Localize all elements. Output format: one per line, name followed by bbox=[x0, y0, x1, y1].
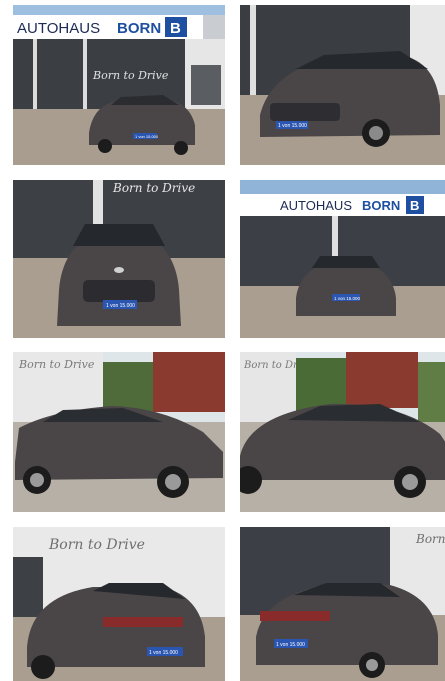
dealer-logo-letter: B bbox=[410, 198, 419, 213]
dealer-logo-letter: B bbox=[170, 20, 181, 37]
plate-text: 1 von 15.000 bbox=[149, 650, 178, 656]
slogan-text: Born to Drive bbox=[112, 181, 195, 195]
car-photo-5[interactable]: Born to Drive bbox=[13, 352, 225, 512]
car-rear-image: Born to Drive 1 von 15.000 bbox=[240, 527, 445, 681]
car-side-left-image: Born to Drive bbox=[13, 352, 225, 512]
plate-text: 1 von 15.000 bbox=[106, 303, 135, 309]
car-photo-7[interactable]: Born to Drive 1 von 15.000 bbox=[13, 527, 225, 681]
dealer-name-text: BORN bbox=[362, 198, 400, 213]
dealer-prefix-text: AUTOHAUS bbox=[17, 20, 100, 37]
hyundai-logo-icon bbox=[114, 267, 124, 273]
car-front-image: Born to Drive 1 von 15.000 bbox=[13, 180, 225, 338]
dealership-front-image: AUTOHAUS BORN B Born to Drive 1 von 15.0… bbox=[13, 5, 225, 165]
car-side-image: Born to Drive bbox=[240, 352, 445, 512]
plate-text: 1 von 15.000 bbox=[334, 296, 361, 301]
dealer-name-text: BORN bbox=[117, 20, 161, 37]
car-photo-4[interactable]: AUTOHAUS BORN B 1 von 15.000 bbox=[240, 180, 445, 338]
car-photo-3[interactable]: Born to Drive 1 von 15.000 bbox=[13, 180, 225, 338]
slogan-text: Born to Drive bbox=[415, 532, 445, 546]
car-photo-1[interactable]: AUTOHAUS BORN B Born to Drive 1 von 15.0… bbox=[13, 5, 225, 165]
car-front-quarter-image: 1 von 15.000 bbox=[240, 5, 445, 165]
plate-text: 1 von 15.000 bbox=[276, 642, 305, 648]
car-photo-2[interactable]: 1 von 15.000 bbox=[240, 5, 445, 165]
slogan-text: Born to Drive bbox=[92, 69, 169, 82]
plate-text: 1 von 15.000 bbox=[135, 134, 159, 139]
car-rear-quarter-image: Born to Drive 1 von 15.000 bbox=[13, 527, 225, 681]
car-front-dealership-image: AUTOHAUS BORN B 1 von 15.000 bbox=[240, 180, 445, 338]
car-photo-6[interactable]: Born to Drive bbox=[240, 352, 445, 512]
dealer-prefix-text: AUTOHAUS bbox=[280, 198, 352, 213]
plate-text: 1 von 15.000 bbox=[278, 123, 307, 129]
slogan-text: Born to Drive bbox=[48, 537, 145, 553]
car-photo-8[interactable]: Born to Drive 1 von 15.000 bbox=[240, 527, 445, 681]
slogan-text: Born to Drive bbox=[18, 358, 95, 371]
